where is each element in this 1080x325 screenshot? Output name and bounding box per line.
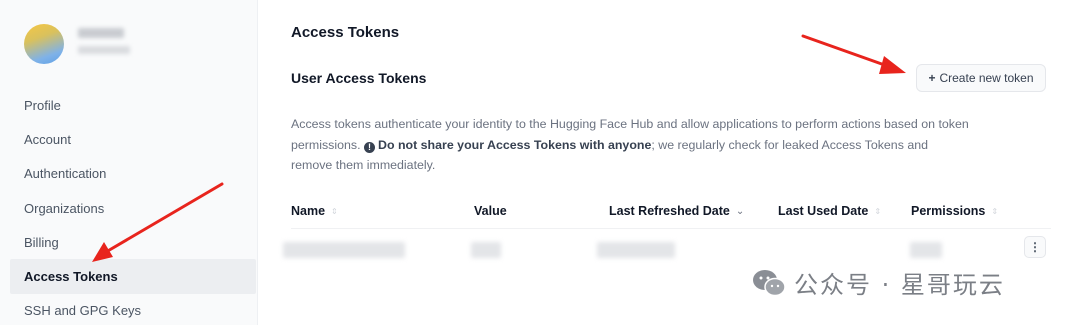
blurred-username (78, 28, 124, 38)
plus-icon: + (928, 71, 936, 85)
column-header-label: Last Used Date (778, 204, 869, 218)
watermark: 公众号 · 星哥玩云 (752, 265, 1005, 300)
watermark-text: 公众号 · 星哥玩云 (794, 271, 1005, 299)
settings-nav: Profile Account Authentication Organizat… (10, 88, 256, 325)
sidebar-item-ssh-gpg-keys[interactable]: SSH and GPG Keys (10, 294, 256, 325)
table-divider (291, 228, 1051, 229)
blurred-token-value (471, 242, 501, 258)
column-header-label: Last Refreshed Date (609, 204, 730, 218)
column-header-last-used[interactable]: Last Used Date ⇕ (778, 204, 881, 218)
info-icon: ! (364, 141, 375, 153)
sort-icon: ⇕ (331, 206, 338, 216)
column-header-label: Name (291, 204, 326, 218)
blurred-token-name (283, 242, 405, 258)
sort-icon: ⇕ (874, 206, 882, 216)
row-menu-button[interactable]: ⋮ (1024, 236, 1046, 258)
create-new-token-button[interactable]: + Create new token (916, 64, 1046, 92)
column-header-last-refreshed[interactable]: Last Refreshed Date ⌄ (609, 204, 744, 218)
section-title: User Access Tokens (291, 70, 427, 86)
kebab-menu-icon: ⋮ (1029, 240, 1041, 254)
sidebar-item-account[interactable]: Account (10, 122, 256, 156)
tokens-description: Access tokens authenticate your identity… (291, 114, 971, 176)
wechat-icon (753, 269, 786, 296)
column-header-value: Value (474, 204, 507, 218)
column-header-name[interactable]: Name ⇕ (291, 204, 338, 218)
column-header-label: Permissions (911, 204, 986, 218)
page-title: Access Tokens (291, 24, 400, 41)
description-warning: Do not share your Access Tokens with any… (378, 137, 652, 152)
sidebar-item-organizations[interactable]: Organizations (10, 191, 256, 225)
blurred-permissions (910, 242, 942, 258)
sidebar-item-access-tokens[interactable]: Access Tokens (10, 259, 256, 294)
column-header-label: Value (474, 204, 507, 218)
user-profile[interactable] (24, 24, 130, 64)
settings-sidebar: Profile Account Authentication Organizat… (0, 0, 258, 325)
column-header-permissions[interactable]: Permissions ⇕ (911, 204, 998, 218)
sidebar-item-authentication[interactable]: Authentication (10, 157, 256, 191)
sidebar-item-profile[interactable]: Profile (10, 88, 256, 122)
sort-icon: ⇕ (991, 206, 999, 216)
create-new-token-label: Create new token (939, 71, 1034, 85)
avatar[interactable] (24, 24, 64, 64)
blurred-handle (78, 46, 130, 54)
chevron-down-icon: ⌄ (735, 205, 745, 217)
blurred-refreshed-date (597, 242, 675, 258)
sidebar-item-billing[interactable]: Billing (10, 225, 256, 259)
